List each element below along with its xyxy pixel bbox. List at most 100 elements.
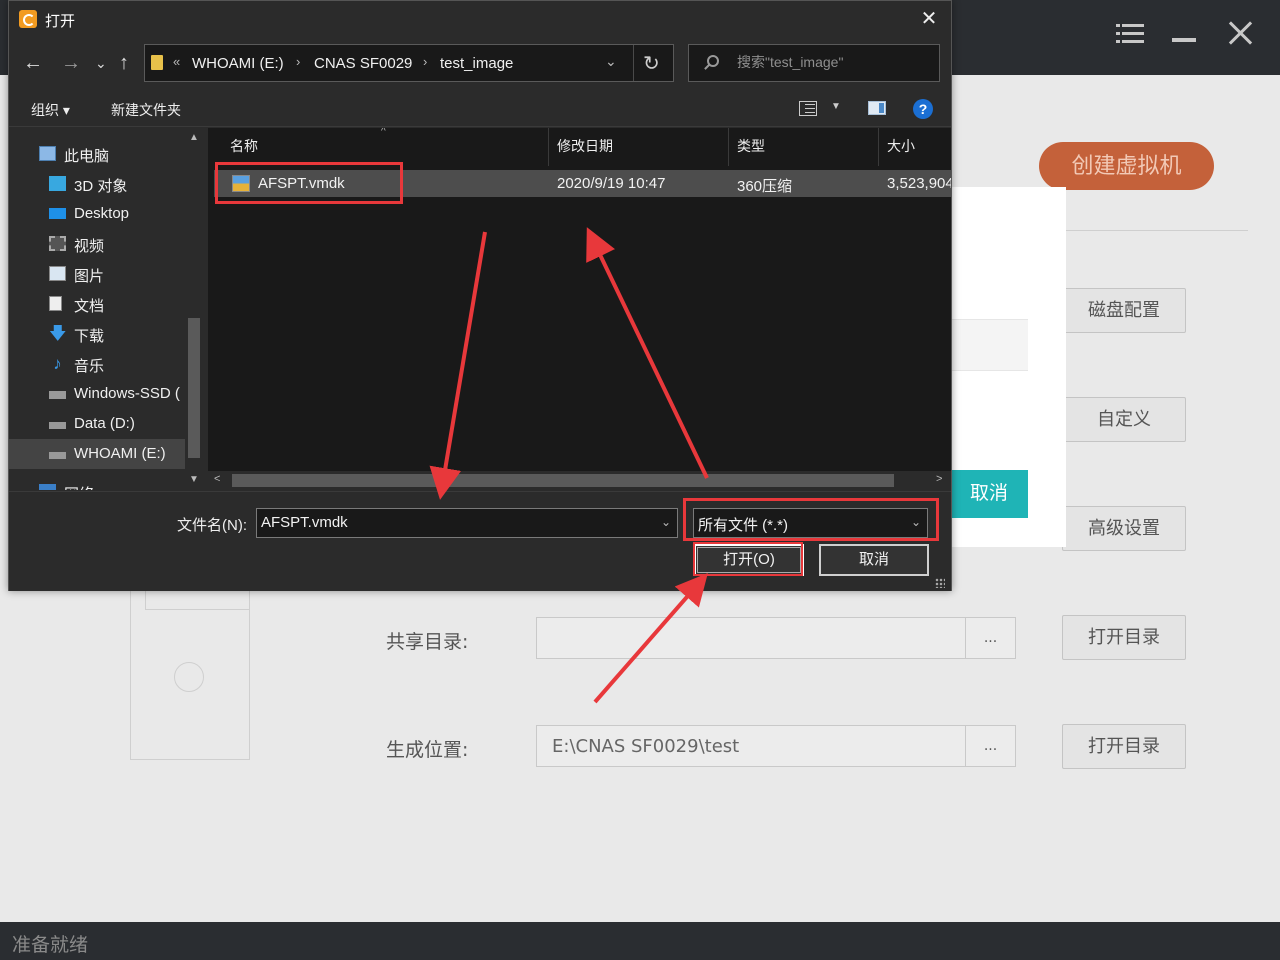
cube-icon xyxy=(49,176,66,191)
video-icon xyxy=(49,236,66,251)
underlying-dialog: 取消 xyxy=(950,187,1066,547)
column-header-type[interactable]: 类型 xyxy=(729,128,879,166)
new-folder-button[interactable]: 新建文件夹 xyxy=(111,100,181,120)
picture-icon xyxy=(49,266,66,281)
breadcrumb-overflow-icon[interactable]: « xyxy=(173,54,180,69)
scroll-right-icon[interactable]: > xyxy=(936,473,942,485)
document-icon xyxy=(49,296,62,311)
nav-item-label: WHOAMI (E:) xyxy=(74,445,166,462)
custom-button[interactable]: 自定义 xyxy=(1062,397,1186,442)
output-value: E:\CNAS SF0029\test xyxy=(552,736,740,757)
nav-item-label: 视频 xyxy=(74,238,105,255)
resize-grip-icon[interactable] xyxy=(935,578,945,588)
filename-input[interactable]: AFSPT.vmdk ⌄ xyxy=(256,508,678,538)
scroll-left-icon[interactable]: < xyxy=(214,473,220,485)
dialog-toolbar: 组织 ▾ 新建文件夹 ▼ ? xyxy=(9,91,951,127)
nav-item-label: Data (D:) xyxy=(74,415,135,432)
chevron-down-icon[interactable]: ⌄ xyxy=(661,515,671,529)
share-dir-browse-button[interactable]: ... xyxy=(965,618,1015,658)
disk-config-button[interactable]: 磁盘配置 xyxy=(1062,288,1186,333)
menu-icon[interactable] xyxy=(1112,16,1146,50)
advanced-settings-button[interactable]: 高级设置 xyxy=(1062,506,1186,551)
refresh-icon[interactable]: ↻ xyxy=(643,51,660,76)
output-browse-button[interactable]: ... xyxy=(965,726,1015,766)
chevron-down-icon[interactable]: ▼ xyxy=(831,101,841,112)
annotation-highlight-open xyxy=(693,542,803,576)
chevron-right-icon: › xyxy=(423,54,428,69)
help-icon[interactable]: ? xyxy=(913,99,933,119)
nav-item-music[interactable]: ♪ 音乐 xyxy=(9,349,185,379)
status-bar: 准备就绪 xyxy=(0,922,1280,960)
file-size: 3,523,904 xyxy=(887,175,951,192)
share-dir-input[interactable]: ... xyxy=(536,617,1016,659)
address-bar[interactable]: « WHOAMI (E:) › CNAS SF0029 › test_image… xyxy=(144,44,674,82)
drive-icon xyxy=(49,422,66,429)
filename-value: AFSPT.vmdk xyxy=(261,514,348,531)
illustration-sketch xyxy=(174,662,204,692)
column-header-modified[interactable]: 修改日期 xyxy=(549,128,729,166)
underlying-dialog-row xyxy=(950,319,1028,371)
annotation-highlight-file xyxy=(215,162,403,204)
nav-item-label: 音乐 xyxy=(74,358,105,375)
drive-icon xyxy=(49,452,66,459)
recent-locations-icon[interactable]: ⌄ xyxy=(95,51,107,75)
file-modified: 2020/9/19 10:47 xyxy=(557,175,666,192)
nav-item-whoami-e[interactable]: WHOAMI (E:) xyxy=(9,439,185,469)
chevron-down-icon[interactable]: ⌄ xyxy=(605,53,617,70)
cancel-button[interactable]: 取消 xyxy=(819,544,929,576)
nav-item-desktop[interactable]: Desktop xyxy=(9,199,185,229)
nav-item-label: Windows-SSD ( xyxy=(74,385,180,402)
minimize-icon[interactable] xyxy=(1172,16,1198,50)
scroll-down-icon[interactable]: ▼ xyxy=(189,474,199,485)
nav-item-pictures[interactable]: 图片 xyxy=(9,259,185,289)
underlying-cancel-button[interactable]: 取消 xyxy=(950,470,1028,518)
nav-item-network[interactable]: 网络 xyxy=(9,477,185,490)
breadcrumb-drive[interactable]: WHOAMI (E:) xyxy=(192,55,284,72)
forward-arrow-icon[interactable]: → xyxy=(61,51,81,75)
horizontal-scrollbar[interactable]: < > xyxy=(208,471,951,490)
divider xyxy=(1066,230,1248,231)
nav-item-videos[interactable]: 视频 xyxy=(9,229,185,259)
sort-ascending-icon: ^ xyxy=(381,128,386,137)
breadcrumb-folder[interactable]: CNAS SF0029 xyxy=(314,55,412,72)
nav-item-3d-objects[interactable]: 3D 对象 xyxy=(9,169,185,199)
nav-item-label: 此电脑 xyxy=(64,148,110,165)
nav-item-data-d[interactable]: Data (D:) xyxy=(9,409,185,439)
scroll-up-icon[interactable]: ▲ xyxy=(189,132,199,143)
nav-item-this-pc[interactable]: 此电脑 xyxy=(9,139,185,169)
up-arrow-icon[interactable]: ↑ xyxy=(119,51,129,75)
filename-label: 文件名(N): xyxy=(177,517,247,534)
computer-icon xyxy=(39,146,56,161)
search-box[interactable] xyxy=(688,44,940,82)
open-share-dir-button[interactable]: 打开目录 xyxy=(1062,615,1186,660)
nav-item-label: 3D 对象 xyxy=(74,178,128,195)
create-vm-button[interactable]: 创建虚拟机 xyxy=(1039,142,1214,190)
open-output-dir-button[interactable]: 打开目录 xyxy=(1062,724,1186,769)
scrollbar-thumb[interactable] xyxy=(188,318,200,458)
divider xyxy=(633,45,634,81)
column-header-size[interactable]: 大小 xyxy=(879,128,951,166)
back-arrow-icon[interactable]: ← xyxy=(23,51,43,75)
close-icon[interactable] xyxy=(1226,16,1256,50)
breadcrumb-current[interactable]: test_image xyxy=(440,55,513,72)
music-icon: ♪ xyxy=(53,354,62,373)
annotation-highlight-filter xyxy=(683,498,939,541)
nav-item-documents[interactable]: 文档 xyxy=(9,289,185,319)
file-type: 360压缩 xyxy=(737,178,793,195)
nav-item-label: 文档 xyxy=(74,298,105,315)
dialog-close-icon[interactable]: ✕ xyxy=(919,9,939,29)
nav-item-downloads[interactable]: 🡇 下载 xyxy=(9,319,185,349)
output-label: 生成位置: xyxy=(386,739,469,761)
nav-item-label: 网络 xyxy=(64,483,94,490)
nav-scrollbar[interactable]: ▲ ▼ xyxy=(185,128,205,490)
network-icon xyxy=(39,484,56,490)
search-input[interactable] xyxy=(737,54,927,70)
preview-pane-icon[interactable] xyxy=(868,101,886,115)
drive-icon xyxy=(49,391,66,399)
output-input[interactable]: E:\CNAS SF0029\test ... xyxy=(536,725,1016,767)
organize-menu[interactable]: 组织 ▾ xyxy=(31,100,70,120)
view-mode-icon[interactable] xyxy=(799,101,817,116)
scrollbar-thumb[interactable] xyxy=(232,474,894,487)
nav-item-windows-ssd[interactable]: Windows-SSD ( xyxy=(9,379,185,409)
status-text: 准备就绪 xyxy=(12,934,89,956)
